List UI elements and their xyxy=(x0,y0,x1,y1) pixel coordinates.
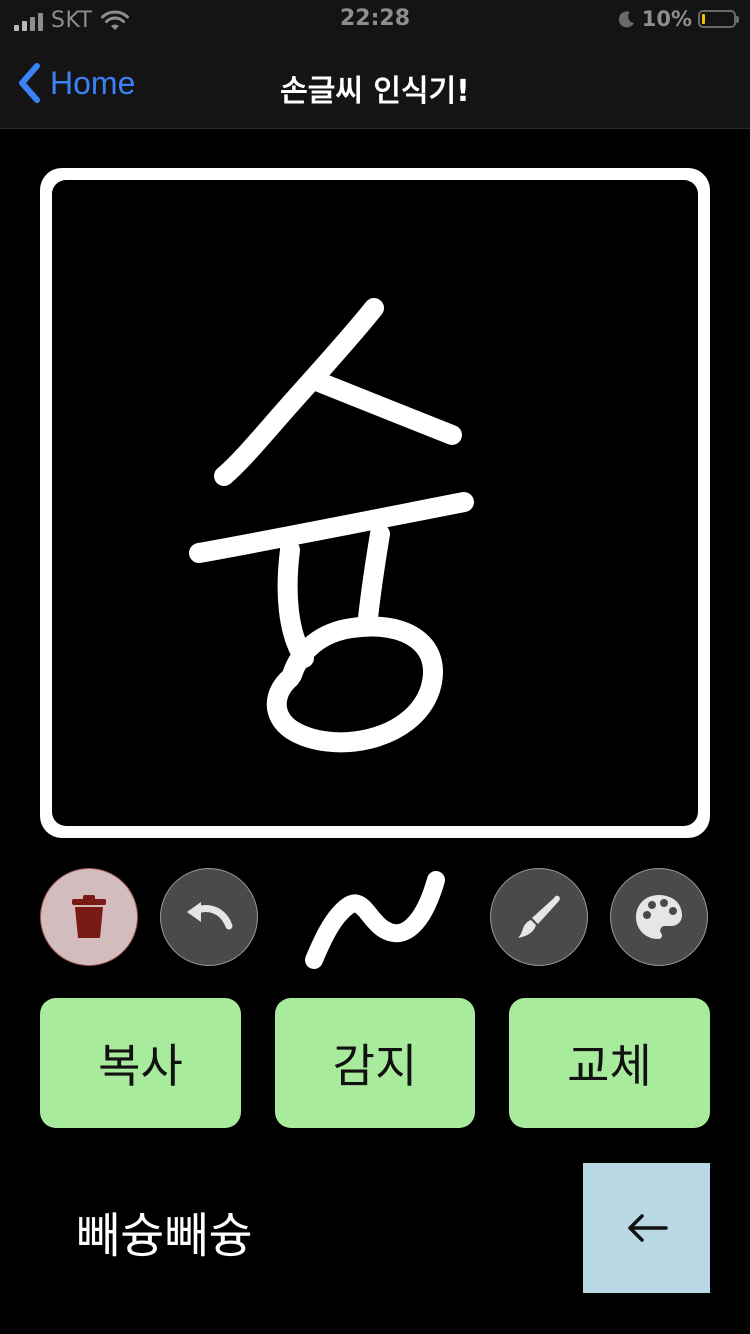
brush-icon xyxy=(518,895,560,938)
replace-button[interactable]: 교체 xyxy=(509,998,710,1128)
status-bar: SKT 22:28 10% xyxy=(0,0,750,40)
brush-size-button[interactable] xyxy=(490,868,588,966)
battery-icon xyxy=(698,10,739,28)
stroke-2 xyxy=(304,370,462,445)
trash-icon xyxy=(72,895,106,938)
color-palette-button[interactable] xyxy=(610,868,708,966)
backspace-arrow-icon xyxy=(627,1214,668,1242)
battery-percent: 10% xyxy=(641,7,692,31)
page-title: 손글씨 인식기! xyxy=(280,74,470,109)
stroke-6 xyxy=(266,616,443,753)
backspace-button[interactable] xyxy=(583,1163,710,1293)
handwritten-strokes xyxy=(189,298,474,753)
copy-button[interactable]: 복사 xyxy=(40,998,241,1128)
clear-canvas-button[interactable] xyxy=(40,868,138,966)
detect-button[interactable]: 감지 xyxy=(275,998,475,1128)
undo-button[interactable] xyxy=(160,868,258,966)
palette-icon xyxy=(636,895,682,939)
stroke-3 xyxy=(189,492,474,563)
navigation-bar: Home 손글씨 인식기! xyxy=(0,40,750,129)
undo-icon xyxy=(187,902,233,930)
battery-level-fill xyxy=(702,14,705,24)
drawing-canvas-frame xyxy=(40,168,710,838)
moon-icon xyxy=(618,11,634,28)
drawing-canvas[interactable] xyxy=(52,180,698,826)
status-right: 10% xyxy=(618,7,739,31)
stroke-preview-icon xyxy=(305,871,445,969)
stroke-5 xyxy=(358,524,390,628)
recognized-text: 빼슝빼슝 xyxy=(76,1208,253,1264)
